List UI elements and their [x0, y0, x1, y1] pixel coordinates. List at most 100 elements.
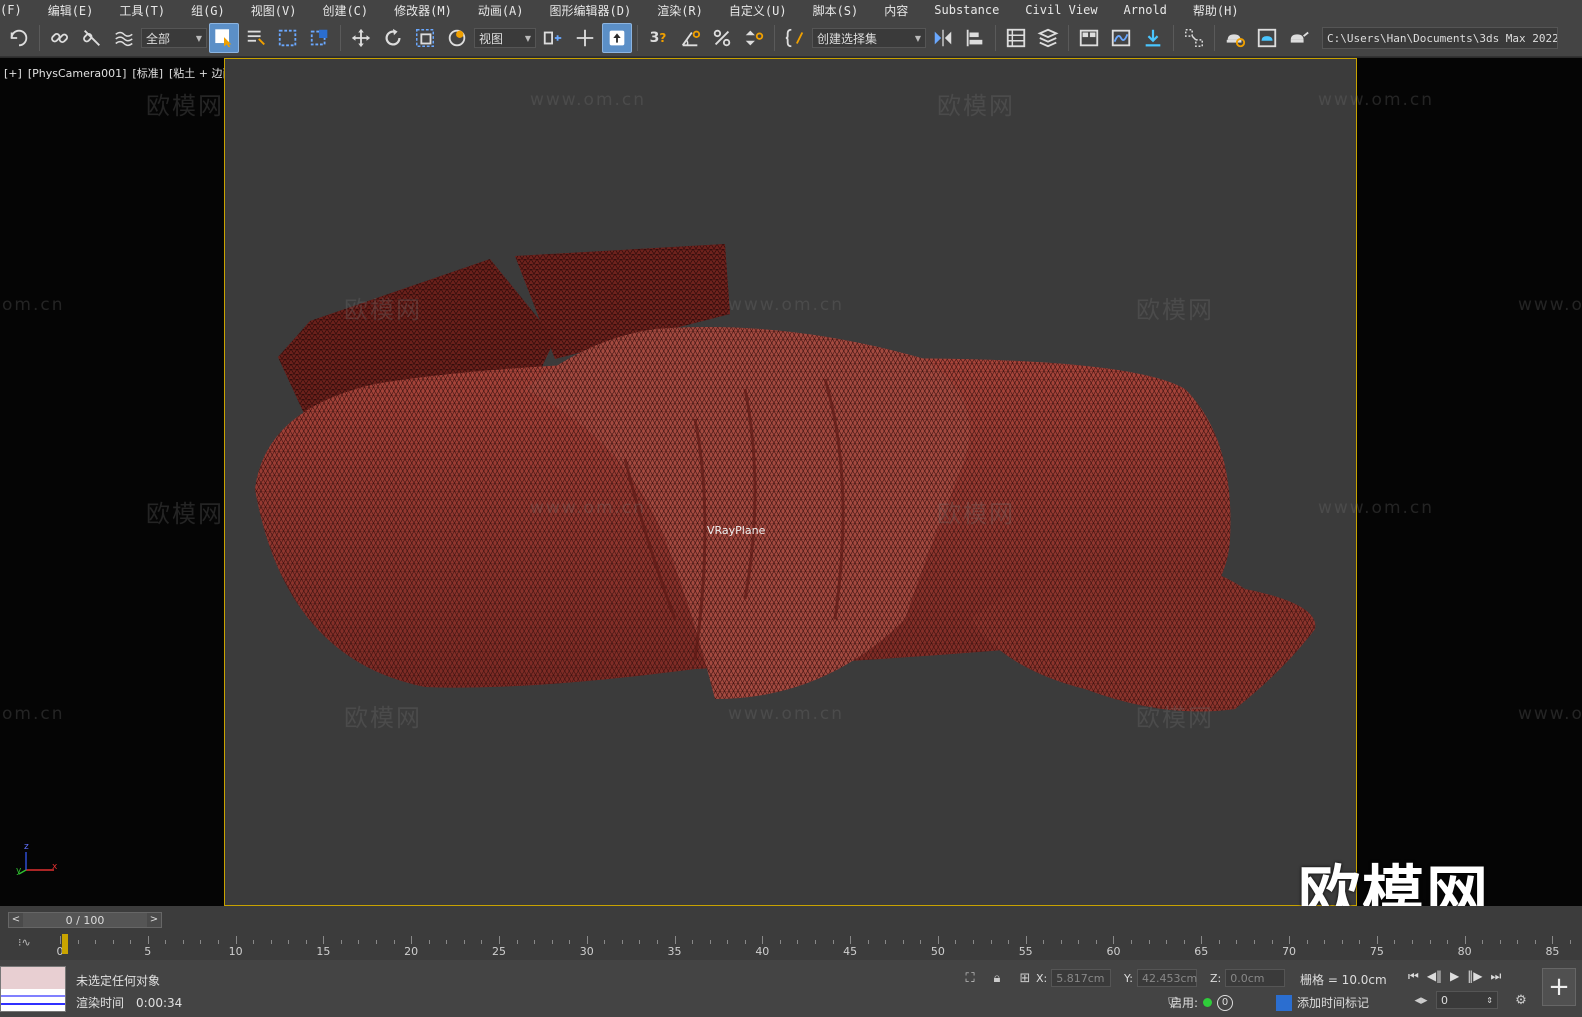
- menu-item[interactable]: 编辑(E): [35, 2, 107, 19]
- schematic-view-icon[interactable]: [1138, 23, 1168, 53]
- go-to-start-icon[interactable]: ⏮: [1408, 969, 1419, 984]
- timeline-ruler[interactable]: 0 5 10 15 20 25 30 35 40 45 50 55 60 65 70 75 80 85: [57, 932, 1571, 958]
- select-object-icon[interactable]: [209, 23, 239, 53]
- menu-item[interactable]: 帮助(H): [1180, 2, 1252, 19]
- named-selection-dropdown[interactable]: 创建选择集 ▼: [812, 28, 926, 48]
- camera-viewport[interactable]: [+] [PhysCamera001] [标准] [粘土 + 边面] 欧模网 w…: [0, 58, 1582, 906]
- chevron-left-icon[interactable]: <: [9, 913, 23, 927]
- watermark-text: www.om.cn: [530, 498, 647, 518]
- render-setup-icon[interactable]: [1220, 23, 1250, 53]
- go-to-end-icon[interactable]: ⏭: [1491, 969, 1502, 984]
- toolbar-separator: [995, 25, 996, 51]
- selection-filter-dropdown[interactable]: 全部 ▼: [141, 28, 207, 48]
- menu-item[interactable]: 图形编辑器(D): [537, 2, 645, 19]
- menu-item[interactable]: Substance: [921, 3, 1012, 17]
- menu-item[interactable]: 工具(T): [106, 2, 178, 19]
- coord-z-field[interactable]: 0.0cm: [1225, 969, 1286, 987]
- project-path-field[interactable]: C:\Users\Han\Documents\3ds Max 2022▼: [1322, 27, 1558, 49]
- viewport-mode-label[interactable]: [标准]: [132, 67, 163, 80]
- timeline-tick: [516, 940, 518, 944]
- chevron-right-icon[interactable]: >: [146, 913, 161, 927]
- link-icon[interactable]: [45, 23, 75, 53]
- timeline-tick: [323, 936, 325, 944]
- select-manipulate-icon[interactable]: [570, 23, 600, 53]
- curve-editor-icon[interactable]: [1106, 23, 1136, 53]
- menu-item[interactable]: 动画(A): [465, 2, 537, 19]
- timeline-tick: [182, 940, 184, 944]
- menu-item[interactable]: Arnold: [1111, 3, 1180, 17]
- mini-curve-editor-icon[interactable]: ⁝∿: [18, 936, 31, 949]
- time-configuration-icon[interactable]: ⚙: [1512, 991, 1530, 1009]
- timeline-tick: [990, 940, 992, 944]
- edit-named-selection-icon[interactable]: [780, 23, 810, 53]
- viewport-camera-label[interactable]: [PhysCamera001]: [28, 67, 127, 80]
- timeline-tick: [253, 940, 255, 944]
- rect-selection-icon[interactable]: [273, 23, 303, 53]
- add-viewport-icon[interactable]: +: [1542, 968, 1576, 1006]
- window-crossing-icon[interactable]: [305, 23, 335, 53]
- timeline-tick-label: 30: [579, 945, 594, 958]
- layer-explorer-icon[interactable]: [1033, 23, 1063, 53]
- timeline-tick: [727, 940, 729, 944]
- rotate-icon[interactable]: [378, 23, 408, 53]
- add-time-tag[interactable]: 添加时间标记: [1276, 994, 1369, 1011]
- render-production-icon[interactable]: [1284, 23, 1314, 53]
- menu-item[interactable]: 自定义(U): [716, 2, 800, 19]
- timeline-tick: [1271, 940, 1273, 944]
- coord-x-field[interactable]: 5.817cm: [1051, 969, 1112, 987]
- absolute-mode-icon[interactable]: ⊞: [1016, 969, 1034, 987]
- timeline-tick: [218, 940, 220, 944]
- pivot-center-icon[interactable]: [538, 23, 568, 53]
- snap-3d-icon[interactable]: 3?: [643, 23, 673, 53]
- viewport-label[interactable]: [+] [PhysCamera001] [标准] [粘土 + 边面]: [4, 65, 244, 81]
- rendered-frame-window-icon[interactable]: [1252, 23, 1282, 53]
- enable-count-badge[interactable]: 0: [1217, 994, 1234, 1011]
- scale-icon[interactable]: [410, 23, 440, 53]
- lock-icon[interactable]: 🔒︎: [988, 969, 1006, 987]
- unlink-icon[interactable]: [77, 23, 107, 53]
- bed-mesh-model[interactable]: [225, 59, 1358, 906]
- menu-item[interactable]: 内容: [871, 2, 921, 19]
- scene-explorer-icon[interactable]: [1001, 23, 1031, 53]
- timeline-tick: [534, 940, 536, 944]
- menu-item[interactable]: 渲染(R): [644, 2, 716, 19]
- key-mode-icon[interactable]: ◂▸: [1412, 991, 1430, 1009]
- listener-input-area[interactable]: [1, 967, 65, 989]
- timeline-tick: [270, 940, 272, 944]
- percent-snap-icon[interactable]: [707, 23, 737, 53]
- current-frame-field[interactable]: 0 ⇕: [1436, 991, 1498, 1009]
- material-editor-icon[interactable]: [1179, 23, 1209, 53]
- next-frame-icon[interactable]: ‖▶: [1467, 969, 1482, 984]
- menu-item[interactable]: 创建(C): [309, 2, 381, 19]
- menu-item[interactable]: (F): [0, 3, 35, 17]
- angle-snap-icon[interactable]: [675, 23, 705, 53]
- spinner-snap-icon[interactable]: [739, 23, 769, 53]
- render-time-label: 渲染时间: [76, 996, 125, 1010]
- menu-item[interactable]: 脚本(S): [800, 2, 872, 19]
- bind-spacewarp-icon[interactable]: [109, 23, 139, 53]
- isolate-selection-icon[interactable]: ⛶: [961, 969, 979, 987]
- spinner-icon[interactable]: ⇕: [1486, 996, 1493, 1005]
- toggle-ribbon-icon[interactable]: [1074, 23, 1104, 53]
- time-slider[interactable]: < 0 / 100 >: [8, 912, 162, 928]
- viewport-menu-plus[interactable]: [+]: [4, 67, 22, 80]
- move-icon[interactable]: [346, 23, 376, 53]
- align-icon[interactable]: [960, 23, 990, 53]
- mirror-icon[interactable]: [928, 23, 958, 53]
- select-by-name-icon[interactable]: [241, 23, 271, 53]
- previous-frame-icon[interactable]: ◀‖: [1427, 969, 1442, 984]
- timeline-tick: [481, 940, 483, 944]
- menu-item[interactable]: 视图(V): [238, 2, 310, 19]
- undo-icon[interactable]: [4, 23, 34, 53]
- play-icon[interactable]: ▶: [1450, 969, 1459, 984]
- keyboard-shortcut-override-icon[interactable]: [602, 23, 632, 53]
- menu-item[interactable]: 组(G): [178, 2, 238, 19]
- maxscript-mini-listener[interactable]: [0, 966, 66, 1012]
- menu-item[interactable]: Civil View: [1012, 3, 1110, 17]
- current-frame-marker[interactable]: [62, 934, 68, 954]
- coord-y-field[interactable]: 42.453cm: [1136, 969, 1197, 987]
- safe-frame: [224, 58, 1357, 906]
- reference-coord-dropdown[interactable]: 视图 ▼: [474, 28, 536, 48]
- menu-item[interactable]: 修改器(M): [381, 2, 465, 19]
- place-icon[interactable]: [442, 23, 472, 53]
